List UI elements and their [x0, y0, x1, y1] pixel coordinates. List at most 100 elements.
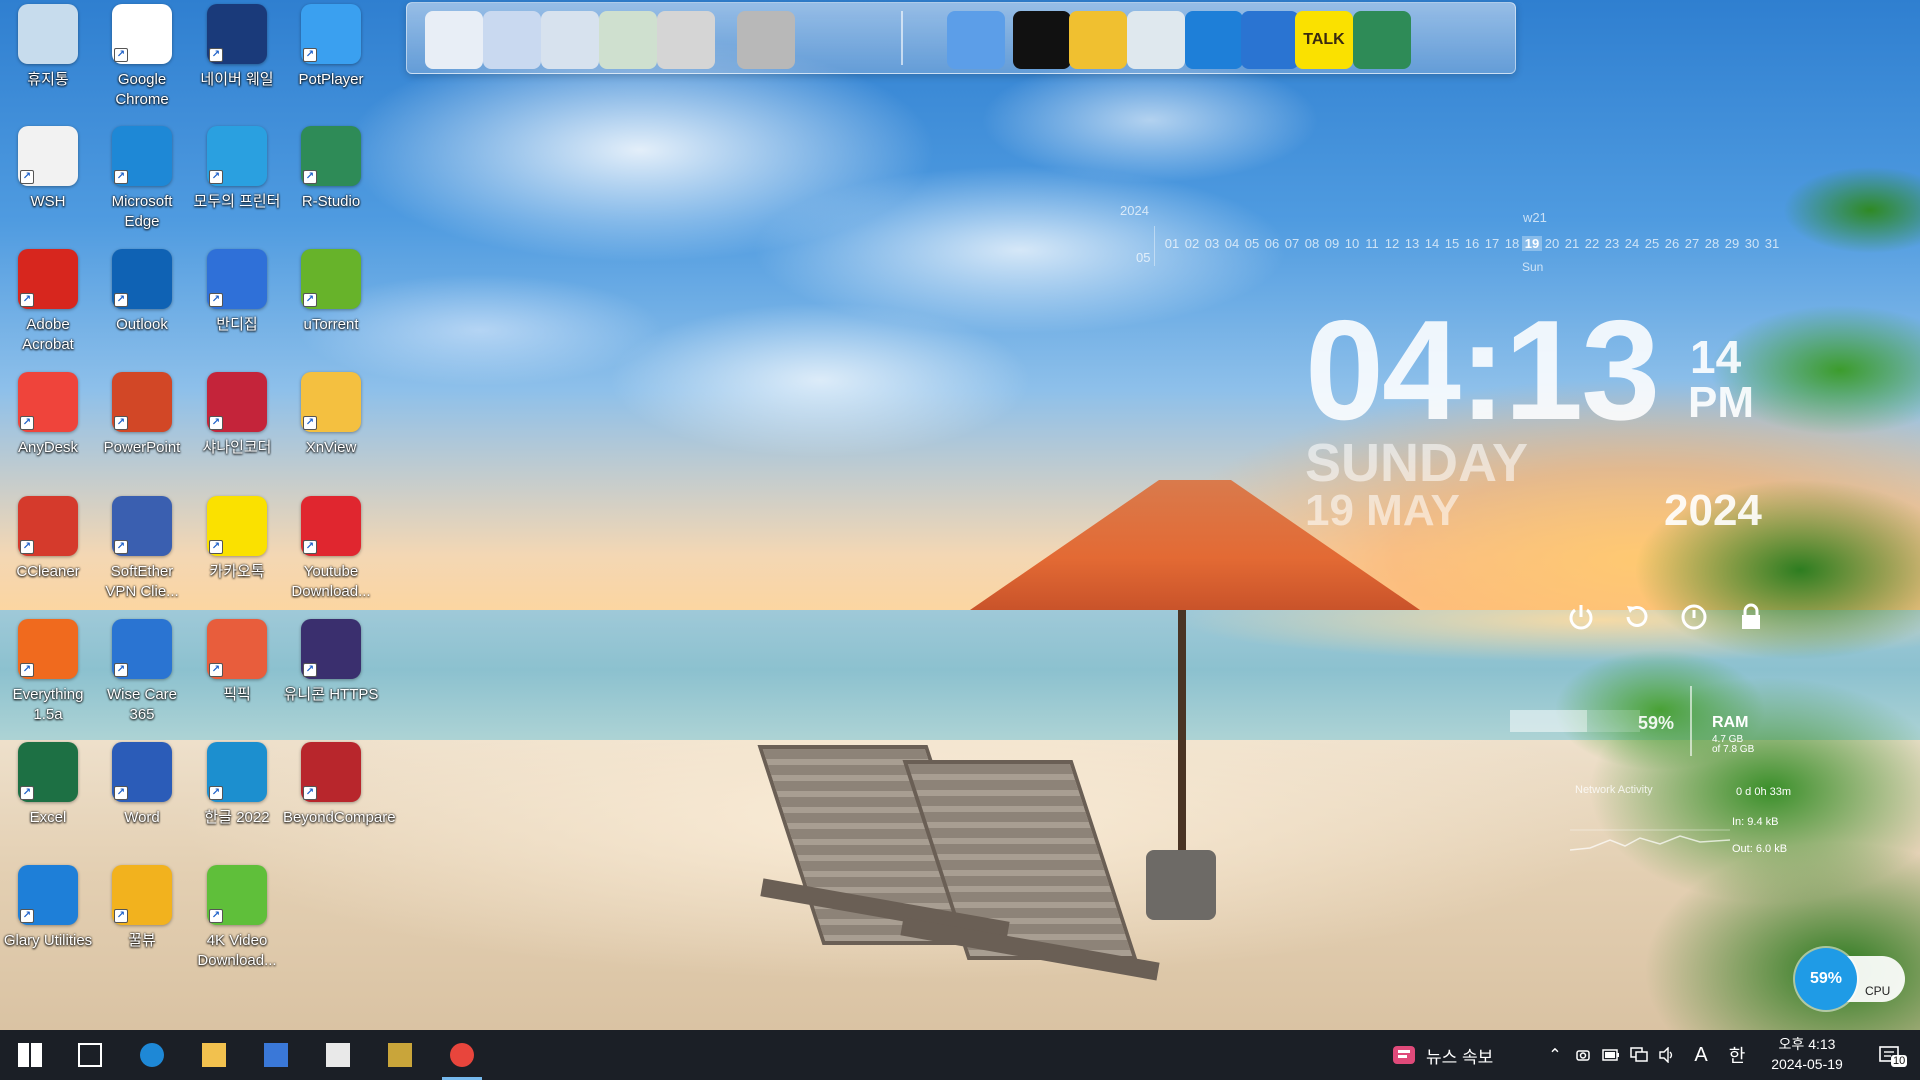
tray-app-button[interactable] [1570, 1030, 1596, 1080]
desktop-shortcut[interactable]: ↗ Excel [0, 742, 96, 860]
desktop-shortcut[interactable]: ↗ Wise Care 365 [94, 619, 190, 737]
shortcut-arrow-icon: ↗ [303, 540, 317, 554]
calendar-day: 13 [1404, 236, 1420, 251]
desktop-shortcut[interactable]: ↗ Google Chrome [94, 4, 190, 122]
ime-language-button[interactable]: 한 [1724, 1030, 1750, 1080]
dock-r-studio-button[interactable] [1353, 11, 1411, 69]
shortcut-arrow-icon: ↗ [114, 909, 128, 923]
desktop-shortcut-label: PowerPoint [103, 439, 181, 456]
shortcut-arrow-icon: ↗ [20, 170, 34, 184]
desktop-shortcut[interactable]: 휴지통 [0, 4, 96, 122]
desktop-shortcut[interactable]: ↗ Adobe Acrobat [0, 249, 96, 367]
microsoft-store-icon [264, 1043, 288, 1067]
calendar-day-today: 19 [1522, 236, 1542, 251]
desktop-shortcut[interactable]: ↗ BeyondCompare [283, 742, 396, 860]
desktop-shortcut[interactable]: ↗ 반디집 [189, 249, 285, 367]
desktop-shortcut[interactable]: ↗ 카카오톡 [189, 496, 285, 614]
file-explorer-icon [202, 1043, 226, 1067]
notification-center-button[interactable]: 10 [1864, 1030, 1914, 1080]
desktop-shortcut[interactable]: ↗ 꿀뷰 [94, 865, 190, 983]
taskbar-chrome-button[interactable] [434, 1030, 490, 1080]
news-widget[interactable]: 뉴스 속보 [1392, 1030, 1493, 1080]
dock-tshirt-button[interactable] [1013, 11, 1071, 69]
network-graph [1570, 829, 1730, 851]
dock-wise-button[interactable] [1241, 11, 1299, 69]
desktop-shortcut[interactable]: ↗ PotPlayer [283, 4, 379, 122]
desktop-shortcut[interactable]: ↗ 샤나인코더 [189, 372, 285, 490]
desktop-shortcut[interactable]: ↗ 4K Video Download... [189, 865, 285, 983]
desktop-shortcut[interactable]: ↗ 유니콘 HTTPS [283, 619, 379, 737]
taskbar-edge-button[interactable] [124, 1030, 180, 1080]
taskbar-r-app-button[interactable] [372, 1030, 428, 1080]
desktop-shortcut[interactable]: ↗ Glary Utilities [0, 865, 96, 983]
desktop-shortcut[interactable]: ↗ 네이버 웨일 [189, 4, 285, 122]
dock-computer-button[interactable] [425, 11, 483, 69]
desktop-shortcut-label: Everything 1.5a [12, 686, 84, 723]
desktop-shortcut[interactable]: ↗ 픽픽 [189, 619, 285, 737]
desktop-shortcut[interactable]: ↗ Everything 1.5a [0, 619, 96, 737]
clock-time: 04:13 [1305, 291, 1660, 450]
shortcut-arrow-icon: ↗ [20, 663, 34, 677]
dock-kakaotalk-button[interactable]: TALK [1295, 11, 1353, 69]
desktop-shortcut[interactable]: ↗ Outlook [94, 249, 190, 367]
taskbar-mail-button[interactable] [310, 1030, 366, 1080]
desktop-shortcut[interactable]: ↗ uTorrent [283, 249, 379, 367]
desktop-shortcut[interactable]: ↗ WSH [0, 126, 96, 244]
restart-button[interactable] [1620, 600, 1654, 634]
dock-folder-button[interactable] [541, 11, 599, 69]
shutdown-button[interactable] [1564, 600, 1598, 634]
dock-recycle-button[interactable] [1127, 11, 1185, 69]
dock-downloads-folder-button[interactable] [599, 11, 657, 69]
desktop-shortcut-label: Glary Utilities [3, 932, 93, 949]
desktop-shortcut[interactable]: ↗ Youtube Download... [283, 496, 379, 614]
desktop-shortcut[interactable]: ↗ 모두의 프린터 [189, 126, 285, 244]
dock-glary-button[interactable] [1185, 11, 1243, 69]
calendar-day: 21 [1564, 236, 1580, 251]
taskbar-clock[interactable]: 오후 4:13 2024-05-19 [1762, 1034, 1852, 1074]
taskbar-file-explorer-button[interactable] [186, 1030, 242, 1080]
shortcut-arrow-icon: ↗ [114, 786, 128, 800]
hangul-icon: ↗ [207, 742, 267, 802]
dock-network-button[interactable] [483, 11, 541, 69]
taskbar-windows-start-button[interactable] [2, 1030, 58, 1080]
desktop-shortcut[interactable]: ↗ CCleaner [0, 496, 96, 614]
cpu-monitor-widget[interactable]: CPU 59% [1795, 948, 1905, 1010]
lock-button[interactable] [1734, 600, 1768, 634]
r-studio-icon: ↗ [301, 126, 361, 186]
desktop-shortcut[interactable]: ↗ SoftEther VPN Clie... [94, 496, 190, 614]
calendar-month: 05 [1136, 250, 1151, 265]
logoff-button[interactable] [1677, 600, 1711, 634]
desktop-shortcut[interactable]: ↗ R-Studio [283, 126, 379, 244]
desktop-shortcut-label: PotPlayer [298, 71, 364, 88]
desktop-shortcut[interactable]: ↗ XnView [283, 372, 379, 490]
calendar-day: 24 [1624, 236, 1640, 251]
desktop-shortcut[interactable]: ↗ 한글 2022 [189, 742, 285, 860]
tray-overflow-button[interactable]: ⌃ [1540, 1030, 1570, 1080]
desktop-shortcut-label: SoftEther VPN Clie... [105, 563, 179, 600]
network-button[interactable] [1626, 1030, 1652, 1080]
news-icon [1393, 1046, 1415, 1064]
glary-utilities-icon: ↗ [18, 865, 78, 925]
taskbar-microsoft-store-button[interactable] [248, 1030, 304, 1080]
battery-button[interactable] [1598, 1030, 1624, 1080]
mail-icon [326, 1043, 350, 1067]
dock-tools-button[interactable] [737, 11, 795, 69]
desktop-shortcut-label: XnView [305, 439, 357, 456]
dock-pictures-folder-button[interactable] [657, 11, 715, 69]
shortcut-arrow-icon: ↗ [20, 416, 34, 430]
dock-hammer-button[interactable] [1069, 11, 1127, 69]
desktop-shortcut-label: Word [124, 809, 160, 826]
softether-vpn-icon: ↗ [112, 496, 172, 556]
dock-globe-button[interactable] [947, 11, 1005, 69]
desktop-shortcut[interactable]: ↗ AnyDesk [0, 372, 96, 490]
ime-mode-button[interactable]: A [1688, 1030, 1714, 1080]
calendar-day: 15 [1444, 236, 1460, 251]
desktop-shortcut[interactable]: ↗ Microsoft Edge [94, 126, 190, 244]
desktop-shortcut[interactable]: ↗ PowerPoint [94, 372, 190, 490]
shortcut-arrow-icon: ↗ [114, 170, 128, 184]
volume-button[interactable] [1654, 1030, 1680, 1080]
desktop-shortcut-label: Excel [29, 809, 67, 826]
desktop-shortcut[interactable]: ↗ Word [94, 742, 190, 860]
calendar-day: 16 [1464, 236, 1480, 251]
taskbar-task-view-button[interactable] [62, 1030, 118, 1080]
